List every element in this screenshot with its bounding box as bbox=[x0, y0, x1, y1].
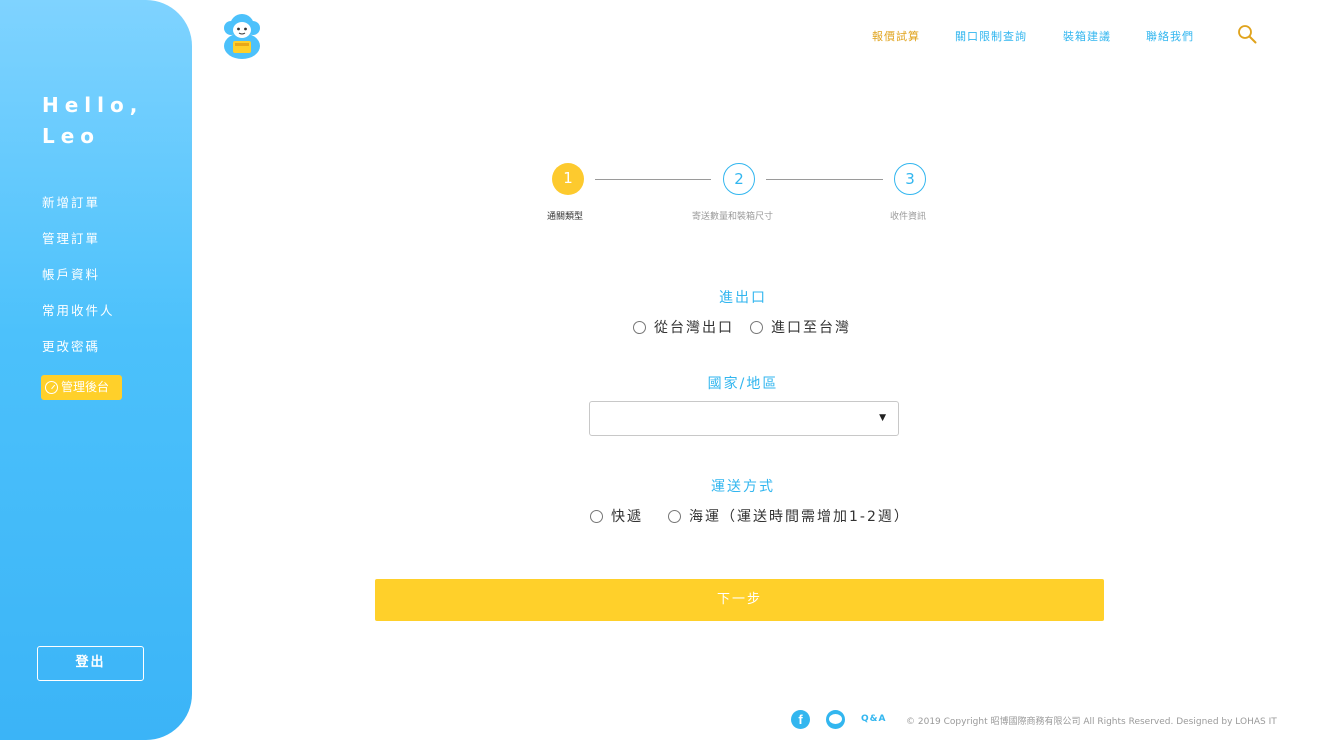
nav-quote[interactable]: 報價試算 bbox=[872, 28, 920, 44]
greeting-hello: Hello, bbox=[42, 93, 144, 117]
radio-express[interactable]: 快遞 bbox=[590, 506, 643, 526]
country-title: 國家/地區 bbox=[707, 376, 779, 392]
line-icon[interactable] bbox=[826, 710, 845, 729]
step-connector bbox=[766, 179, 883, 180]
logout-button[interactable]: 登出 bbox=[37, 646, 144, 681]
radio-import[interactable]: 進口至台灣 bbox=[750, 317, 851, 337]
nav-packing-advice[interactable]: 裝箱建議 bbox=[1063, 28, 1111, 44]
step-1-circle: 1 bbox=[552, 163, 584, 195]
radio-express-label: 快遞 bbox=[611, 509, 643, 525]
shipping-method-title: 運送方式 bbox=[711, 479, 775, 495]
nav-customs-limit[interactable]: 關口限制查詢 bbox=[955, 28, 1027, 44]
radio-circle[interactable] bbox=[668, 509, 681, 523]
step-2-circle: 2 bbox=[723, 163, 755, 195]
line-bubble bbox=[829, 714, 842, 724]
radio-import-label: 進口至台灣 bbox=[771, 320, 851, 336]
radio-export[interactable]: 從台灣出口 bbox=[633, 317, 734, 337]
page: Hello, Leo 新增訂單 管理訂單 帳戶資料 常用收件人 更改密碼 管理後… bbox=[0, 0, 1320, 740]
step-3-label: 收件資訊 bbox=[890, 212, 927, 222]
radio-sea-freight-label: 海運（運送時間需增加1-2週） bbox=[689, 509, 910, 525]
search-icon[interactable] bbox=[1237, 24, 1257, 44]
nav-contact[interactable]: 聯絡我們 bbox=[1146, 28, 1194, 44]
sidebar: Hello, Leo 新增訂單 管理訂單 帳戶資料 常用收件人 更改密碼 管理後… bbox=[0, 0, 192, 740]
greeting-username: Leo bbox=[42, 124, 101, 148]
facebook-icon[interactable]: f bbox=[791, 710, 810, 729]
step-3-circle: 3 bbox=[894, 163, 926, 195]
radio-circle[interactable] bbox=[590, 509, 603, 523]
radio-circle[interactable] bbox=[633, 320, 646, 334]
next-step-button[interactable]: 下一步 bbox=[375, 579, 1104, 621]
step-connector bbox=[595, 179, 711, 180]
copyright-text: © 2019 Copyright 昭博國際商務有限公司 All Rights R… bbox=[906, 717, 1277, 727]
sidebar-nav: 新增訂單 管理訂單 帳戶資料 常用收件人 更改密碼 bbox=[42, 193, 115, 373]
sidebar-item-change-password[interactable]: 更改密碼 bbox=[42, 337, 115, 373]
radio-export-label: 從台灣出口 bbox=[654, 320, 734, 336]
step-2-label: 寄送數量和裝箱尺寸 bbox=[692, 212, 774, 222]
radio-circle[interactable] bbox=[750, 320, 763, 334]
sidebar-item-manage-orders[interactable]: 管理訂單 bbox=[42, 229, 115, 265]
caret-down-icon: ▼ bbox=[879, 413, 886, 423]
radio-sea-freight[interactable]: 海運（運送時間需增加1-2週） bbox=[668, 506, 910, 526]
top-nav: 報價試算 關口限制查詢 裝箱建議 聯絡我們 bbox=[0, 28, 1320, 44]
greeting: Hello, Leo bbox=[42, 90, 143, 152]
qa-link[interactable]: Q&A bbox=[861, 714, 886, 724]
country-select[interactable]: ▼ bbox=[589, 401, 899, 436]
sidebar-item-new-order[interactable]: 新增訂單 bbox=[42, 193, 115, 229]
import-export-title: 進出口 bbox=[719, 290, 767, 306]
step-1-label: 通關類型 bbox=[547, 212, 584, 222]
